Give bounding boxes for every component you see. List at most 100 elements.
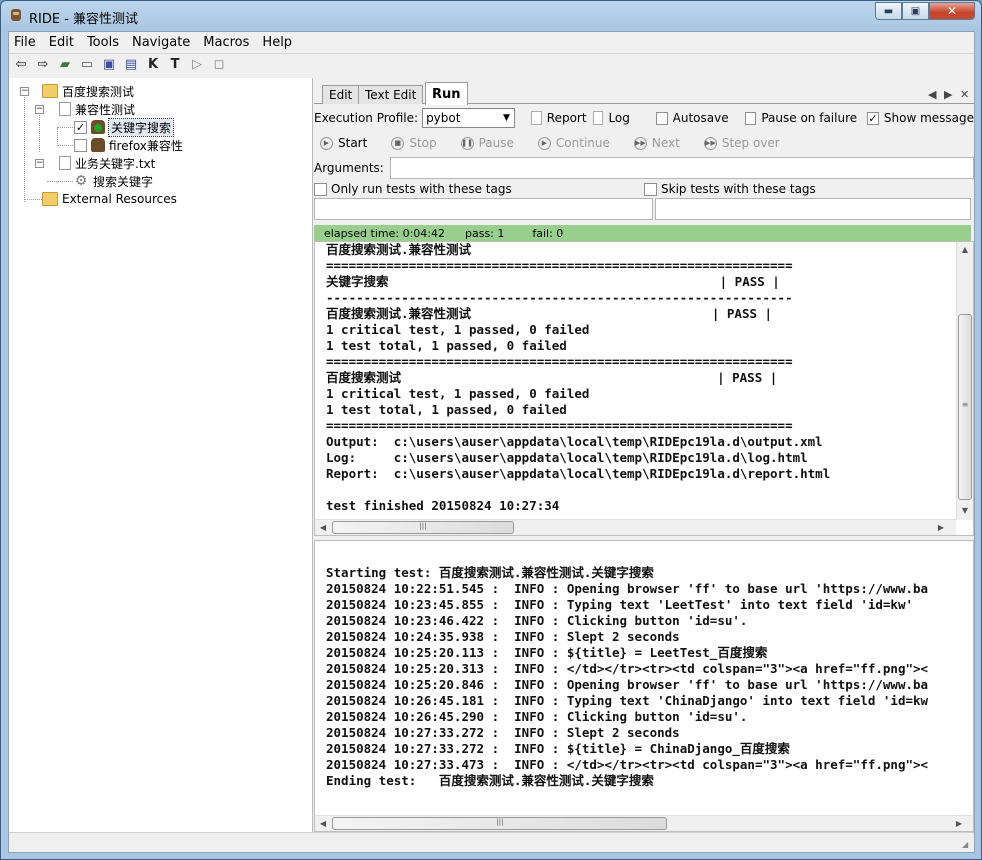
- continue-button[interactable]: ▶ Continue: [532, 136, 610, 150]
- maximize-button[interactable]: ▣: [902, 2, 929, 20]
- tree-node-root[interactable]: 百度搜索测试: [42, 82, 134, 100]
- report-icon: [530, 111, 542, 125]
- only-run-tags-checkbox[interactable]: [314, 182, 327, 196]
- menu-help[interactable]: Help: [262, 35, 292, 50]
- test-checkbox[interactable]: [74, 138, 87, 152]
- pass-count: pass: 1: [464, 226, 505, 240]
- arguments-row: Arguments:: [314, 156, 974, 180]
- close-button[interactable]: ✕: [929, 2, 975, 20]
- console-line: 关键字搜索 | PASS |: [326, 274, 780, 289]
- run-icon[interactable]: ▷: [188, 56, 206, 74]
- scroll-up-icon[interactable]: ▲: [957, 245, 973, 254]
- save-all-icon[interactable]: ▤: [122, 56, 140, 74]
- console-line: ========================================…: [326, 418, 793, 433]
- console-line: 百度搜索测试.兼容性测试 | PASS |: [326, 306, 773, 321]
- open-directory-icon[interactable]: ▰: [56, 56, 74, 74]
- stop-icon[interactable]: ◻: [210, 56, 228, 74]
- robot-icon: [91, 138, 105, 152]
- robot-pass-icon: [91, 120, 105, 134]
- tree-collapse-toggle[interactable]: −: [35, 105, 44, 114]
- execution-profile-select[interactable]: pybot ▼: [422, 108, 515, 128]
- tree-node-test-keyword-search[interactable]: ✓ 关键字搜索: [74, 117, 175, 137]
- scroll-down-icon[interactable]: ▼: [957, 506, 973, 515]
- skip-tags-label: Skip tests with these tags: [661, 182, 816, 196]
- menu-macros[interactable]: Macros: [203, 35, 249, 50]
- only-run-tags-input[interactable]: [314, 198, 653, 220]
- message-log[interactable]: Starting test: 百度搜索测试.兼容性测试.关键字搜索 2015082…: [314, 540, 974, 832]
- forward-arrow-icon[interactable]: ⇨: [34, 56, 52, 74]
- menu-tools[interactable]: Tools: [87, 35, 119, 50]
- step-over-button[interactable]: ▶▶ Step over: [698, 136, 780, 150]
- start-button[interactable]: ▶ Start: [314, 136, 367, 150]
- console-line: Ending test: 百度搜索测试.兼容性测试.关键字搜索: [326, 773, 654, 788]
- tab-bar: Edit Text Edit Run ◀ ▶ ✕: [314, 82, 974, 105]
- gear-icon: ⚙: [74, 173, 88, 189]
- console-line: 百度搜索测试 | PASS |: [326, 370, 778, 385]
- tree-collapse-toggle[interactable]: −: [20, 87, 29, 96]
- report-button[interactable]: Report: [547, 111, 587, 125]
- stop-button[interactable]: ■ Stop: [385, 136, 437, 150]
- back-arrow-icon[interactable]: ⇦: [12, 56, 30, 74]
- console-output[interactable]: 百度搜索测试.兼容性测试 ============================…: [314, 241, 974, 536]
- test-checkbox[interactable]: ✓: [74, 120, 87, 134]
- console-line: 20150824 10:25:20.313 : INFO : </td></tr…: [326, 661, 929, 676]
- tab-run[interactable]: Run: [425, 82, 468, 105]
- start-label: Start: [338, 136, 368, 150]
- resize-grip-icon[interactable]: ◢: [962, 840, 972, 850]
- scroll-left-icon[interactable]: ◀: [315, 819, 331, 828]
- next-icon: ▶▶: [633, 136, 647, 150]
- tab-text-edit[interactable]: Text Edit: [358, 85, 424, 104]
- tree-line: [24, 92, 25, 202]
- tree-node-label: 关键字搜索: [107, 117, 175, 137]
- horizontal-scrollbar[interactable]: ◀ ||| ▶: [315, 815, 973, 831]
- open-folder-icon[interactable]: ▭: [78, 56, 96, 74]
- tree-node-suite[interactable]: 兼容性测试: [59, 100, 135, 118]
- tree-collapse-toggle[interactable]: −: [35, 159, 44, 168]
- title-bar[interactable]: RIDE - 兼容性测试 ▬ ▣ ✕: [1, 1, 981, 31]
- console-line: 1 critical test, 1 passed, 0 failed: [326, 322, 590, 337]
- continue-label: Continue: [555, 136, 610, 150]
- show-message-checkbox[interactable]: ✓: [867, 111, 879, 125]
- console-line: test finished 20150824 10:27:34: [326, 498, 560, 513]
- minimize-button[interactable]: ▬: [875, 2, 902, 20]
- step-over-label: Step over: [721, 136, 780, 150]
- menu-edit[interactable]: Edit: [49, 35, 74, 50]
- tree-line: [57, 182, 58, 183]
- pause-on-failure-label: Pause on failure: [761, 111, 858, 125]
- tree-node-test-firefox[interactable]: firefox兼容性: [74, 136, 183, 154]
- tree-node-label: firefox兼容性: [109, 138, 183, 153]
- horizontal-scrollbar[interactable]: ◀ ||| ▶: [315, 519, 956, 535]
- grip-icon: |||: [496, 818, 504, 826]
- skip-tags-input[interactable]: [655, 198, 971, 220]
- pause-on-failure-checkbox[interactable]: [744, 111, 757, 125]
- autosave-checkbox[interactable]: [655, 111, 668, 125]
- search-tests-icon[interactable]: T: [166, 56, 184, 74]
- log-button[interactable]: Log: [608, 111, 629, 125]
- step-over-icon: ▶▶: [703, 136, 717, 150]
- tree-node-resource[interactable]: 业务关键字.txt: [59, 154, 155, 172]
- menu-file[interactable]: File: [14, 35, 36, 50]
- scroll-right-icon[interactable]: ▶: [951, 819, 967, 828]
- vertical-scrollbar[interactable]: ▲ ≡ ▼: [956, 242, 973, 520]
- next-button[interactable]: ▶▶ Next: [628, 136, 680, 150]
- pause-button[interactable]: ❚❚ Pause: [455, 136, 514, 150]
- run-status-bar: elapsed time: 0:04:42 pass: 1 fail: 0: [314, 225, 971, 241]
- tab-scroll-right-icon[interactable]: ▶: [944, 88, 952, 101]
- tree-node-external-resources[interactable]: External Resources: [42, 190, 177, 208]
- run-options-bar: Execution Profile: pybot ▼ Report Log Au…: [314, 108, 974, 128]
- save-icon[interactable]: ▣: [100, 56, 118, 74]
- console-line: 20150824 10:23:45.855 : INFO : Typing te…: [326, 597, 913, 612]
- search-keywords-icon[interactable]: K: [144, 56, 162, 74]
- scroll-right-icon[interactable]: ▶: [933, 523, 949, 532]
- scroll-left-icon[interactable]: ◀: [315, 523, 331, 532]
- tab-edit[interactable]: Edit: [322, 85, 360, 104]
- tab-close-icon[interactable]: ✕: [960, 88, 969, 101]
- tab-scroll-left-icon[interactable]: ◀: [928, 88, 936, 101]
- menu-navigate[interactable]: Navigate: [132, 35, 190, 50]
- next-label: Next: [651, 136, 680, 150]
- skip-tags-checkbox[interactable]: [644, 182, 657, 196]
- tree-node-keyword[interactable]: ⚙ 搜索关键字: [73, 172, 153, 190]
- arguments-input[interactable]: [389, 157, 974, 179]
- play-icon: ▶: [320, 136, 333, 150]
